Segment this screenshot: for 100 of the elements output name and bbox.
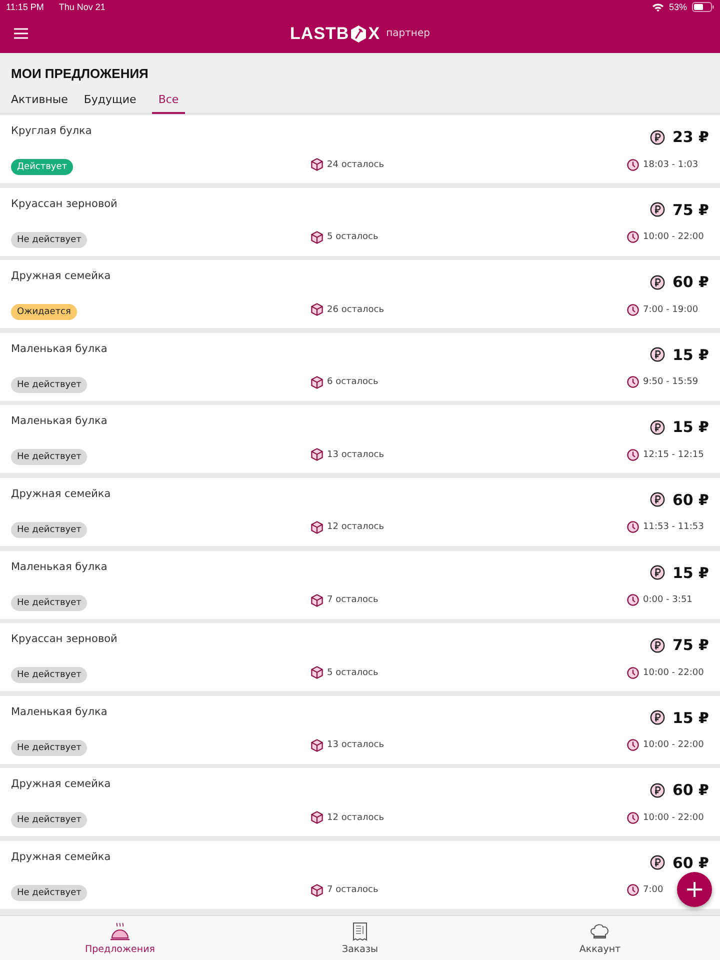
price: 75 ₽ <box>672 200 709 219</box>
time-range: 10:00 - 22:00 <box>643 668 704 678</box>
time-range: 7:00 - 19:00 <box>643 304 698 315</box>
box-icon <box>311 738 323 752</box>
time-range: 12:15 - 12:15 <box>643 450 704 460</box>
box-icon <box>311 594 323 607</box>
price: 60 ₽ <box>672 781 709 800</box>
ruble-coin-icon <box>650 492 666 508</box>
clock-icon <box>627 521 639 534</box>
time-range: 10:00 - 22:00 <box>643 740 704 750</box>
menu-icon[interactable] <box>14 28 28 39</box>
clock-icon <box>627 739 639 752</box>
wifi-icon <box>652 2 664 12</box>
box-icon <box>311 448 323 462</box>
status-badge: Не действует <box>11 594 88 611</box>
time-range: 0:00 - 3:51 <box>643 595 692 606</box>
remaining-count: 13 осталось <box>327 450 384 460</box>
offer-card[interactable]: Дружная семейка 60 ₽ Не действует 12 осталось 10:00 - 22:00 <box>0 768 720 836</box>
clock-icon <box>627 884 639 896</box>
ruble-coin-icon <box>650 274 666 290</box>
offer-name: Круассан зерновой <box>11 633 118 646</box>
remaining-count: 13 осталось <box>327 740 384 750</box>
offer-card[interactable]: Маленькая булка 15 ₽ Не действует 6 осталось 9:50 - 15:59 <box>0 332 720 401</box>
cloche-icon <box>109 922 131 942</box>
offer-name: Дружная семейка <box>11 850 111 863</box>
status-badge: Действует <box>11 159 74 175</box>
nav-tab[interactable]: Аккаунт <box>480 916 720 960</box>
nav-tab[interactable]: Предложения <box>0 916 240 960</box>
remaining-count: 12 осталось <box>327 522 384 532</box>
offer-name: Маленькая булка <box>11 415 108 428</box>
clock-icon <box>627 666 639 679</box>
status-badge: Не действует <box>11 449 88 466</box>
status-badge: Не действует <box>11 667 88 684</box>
clock-icon <box>627 158 639 170</box>
offer-card[interactable]: Маленькая булка 15 ₽ Не действует 7 осталось 0:00 - 3:51 <box>0 550 720 619</box>
box-icon <box>311 884 323 897</box>
offer-card[interactable]: Маленькая булка 15 ₽ Не действует 13 осталось 12:15 - 12:15 <box>0 405 720 474</box>
ruble-coin-icon <box>650 565 666 580</box>
ruble-coin-icon <box>650 130 666 144</box>
ruble-coin-icon <box>650 347 666 362</box>
offer-card[interactable]: Маленькая булка 15 ₽ Не действует 13 осталось 10:00 - 22:00 <box>0 696 720 764</box>
ruble-coin-icon <box>650 855 666 870</box>
box-icon <box>311 230 323 244</box>
price: 60 ₽ <box>672 273 709 292</box>
offer-name: Маленькая булка <box>11 706 108 718</box>
status-badge: Не действует <box>11 740 88 756</box>
offer-card[interactable]: Круассан зерновой 75 ₽ Не действует 5 осталось 10:00 - 22:00 <box>0 188 720 256</box>
ruble-coin-icon <box>650 202 666 218</box>
offer-card[interactable]: Круассан зерновой 75 ₽ Не действует 5 осталось 10:00 - 22:00 <box>0 623 720 692</box>
offer-card[interactable]: Круглая булка 23 ₽ Действует 24 осталось 18:03 - 1:03 <box>0 115 720 183</box>
box-icon <box>311 811 323 824</box>
ruble-coin-icon <box>650 638 666 653</box>
tab[interactable]: Активные <box>11 87 74 114</box>
ruble-coin-icon <box>650 710 666 726</box>
status-date: Thu Nov 21 <box>58 2 106 12</box>
offer-name: Маленькая булка <box>11 560 108 573</box>
status-badge: Не действует <box>11 812 88 828</box>
price: 23 ₽ <box>672 128 709 146</box>
box-icon <box>311 376 323 389</box>
offer-name: Круглая булка <box>11 125 92 137</box>
remaining-count: 12 осталось <box>327 812 384 823</box>
offer-name: Дружная семейка <box>11 270 111 282</box>
status-badge: Ожидается <box>11 304 77 320</box>
page-title: МОИ ПРЕДЛОЖЕНИЯ <box>11 65 150 81</box>
battery-percent: 53% <box>668 2 687 12</box>
logo-hexagon-icon <box>350 24 368 42</box>
box-icon <box>311 158 323 171</box>
logo-subtitle: партнер <box>386 28 430 39</box>
remaining-count: 26 осталось <box>327 304 384 315</box>
box-icon <box>311 666 323 680</box>
logo-text: LASTB <box>290 24 350 44</box>
price: 15 ₽ <box>672 346 709 364</box>
remaining-count: 6 осталось <box>327 377 378 388</box>
clock-icon <box>627 376 639 388</box>
price: 75 ₽ <box>672 636 709 654</box>
time-range: 7:00 <box>643 885 664 896</box>
remaining-count: 24 осталось <box>327 160 384 170</box>
remaining-count: 7 осталось <box>327 885 378 896</box>
remaining-count: 5 осталось <box>327 232 378 242</box>
offer-card[interactable]: Дружная семейка 60 ₽ Ожидается 26 осталось 7:00 - 19:00 <box>0 260 720 328</box>
nav-tab[interactable]: Заказы <box>240 916 480 960</box>
time-range: 10:00 - 22:00 <box>643 812 704 823</box>
clock-icon <box>627 812 639 824</box>
time-range: 10:00 - 22:00 <box>643 232 704 242</box>
tab[interactable]: Будущие <box>84 87 142 114</box>
time-range: 9:50 - 15:59 <box>643 377 698 388</box>
ruble-coin-icon <box>650 782 666 798</box>
time-range: 18:03 - 1:03 <box>643 160 698 170</box>
offer-name: Круассан зерновой <box>11 198 118 210</box>
clock-icon <box>627 231 639 244</box>
status-badge: Не действует <box>11 522 88 538</box>
time-range: 11:53 - 11:53 <box>643 522 704 532</box>
offer-name: Маленькая булка <box>11 342 108 355</box>
status-badge: Не действует <box>11 376 88 393</box>
price: 60 ₽ <box>672 490 709 509</box>
remaining-count: 5 осталось <box>327 668 378 678</box>
offer-name: Дружная семейка <box>11 778 111 790</box>
status-badge: Не действует <box>11 232 88 248</box>
offer-card[interactable]: Дружная семейка 60 ₽ Не действует 12 осталось 11:53 - 11:53 <box>0 478 720 546</box>
ruble-coin-icon <box>650 420 666 435</box>
